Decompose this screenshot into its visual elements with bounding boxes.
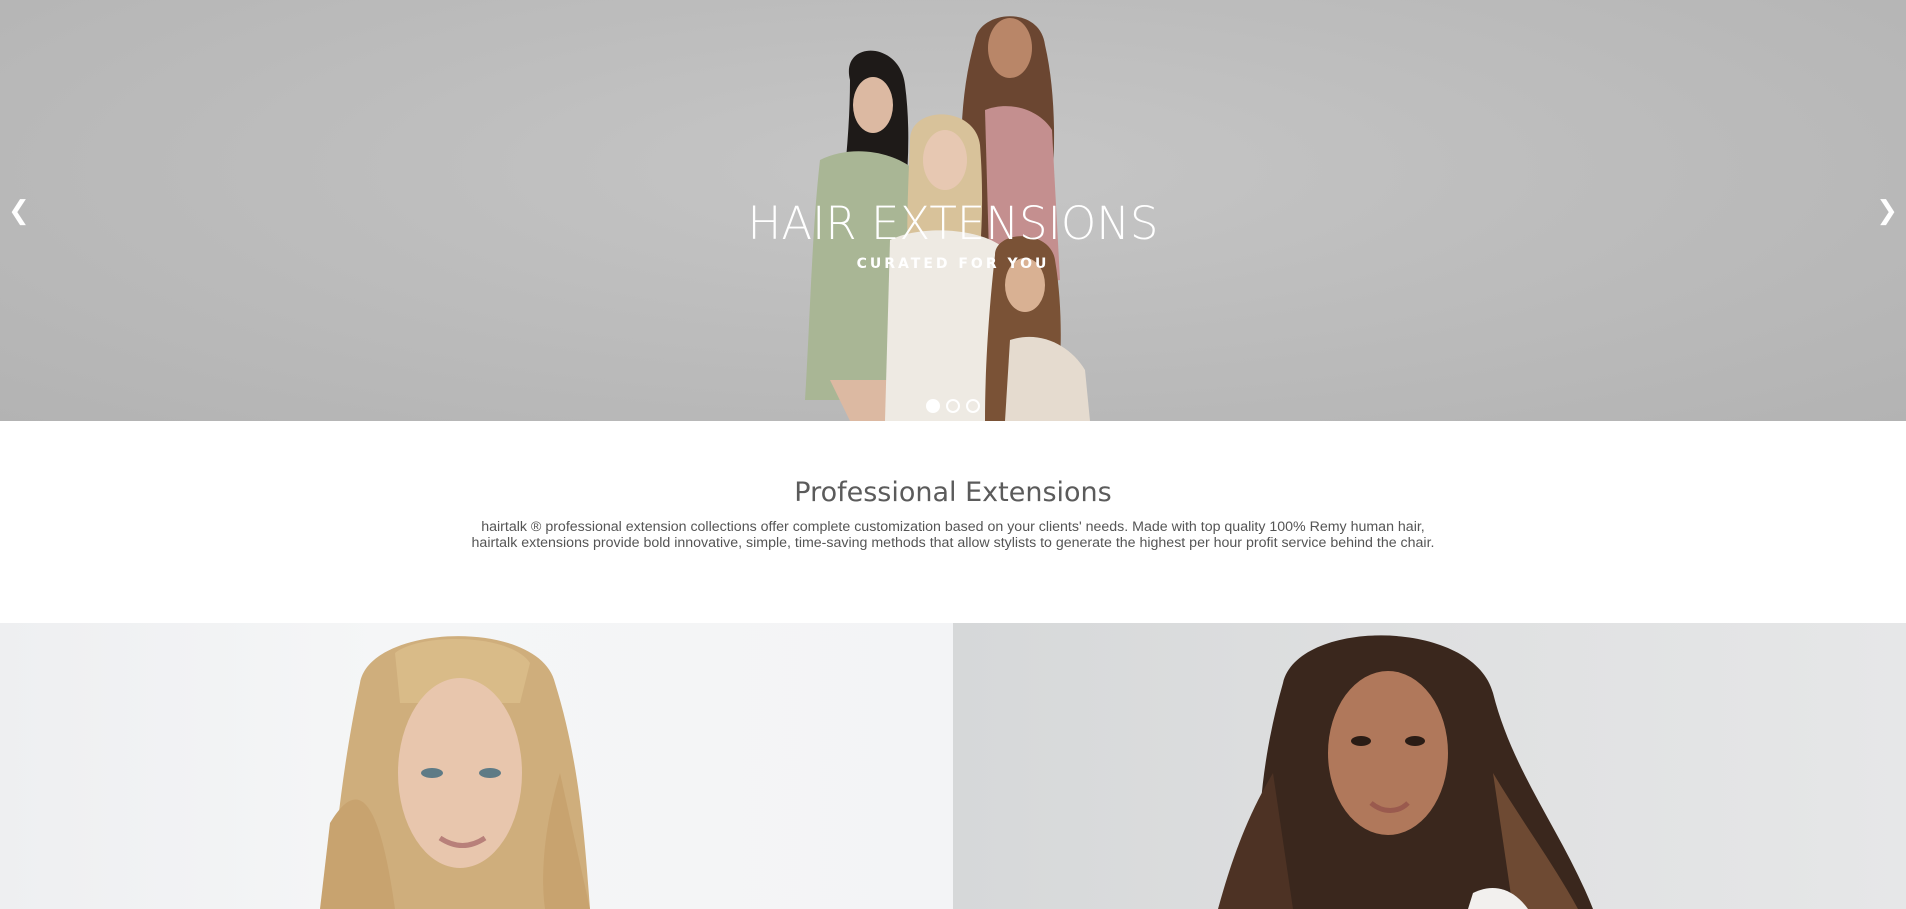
intro-section: Professional Extensions hairtalk ® profe…: [0, 421, 1906, 623]
intro-line-1: hairtalk ® professional extension collec…: [481, 519, 1425, 535]
brunette-model-image: [1218, 635, 1593, 909]
hero-title: HAIR EXTENSIONS: [747, 197, 1159, 250]
hero-slider: ❮ ❯ HAIR EXTENSIONS CURATED FOR YOU: [0, 0, 1906, 421]
brunette-model-tile[interactable]: [953, 623, 1906, 909]
intro-paragraph: hairtalk ® professional extension collec…: [443, 519, 1463, 551]
slider-dot-2[interactable]: [946, 399, 960, 413]
hero-subtitle: CURATED FOR YOU: [856, 256, 1050, 272]
slider-dot-1[interactable]: [926, 399, 940, 413]
section-title: Professional Extensions: [794, 477, 1112, 508]
blonde-model-tile[interactable]: [0, 623, 953, 909]
blonde-model-image: [320, 636, 590, 909]
intro-line-2: hairtalk extensions provide bold innovat…: [471, 535, 1435, 551]
slider-dots: [0, 399, 1906, 413]
slider-dot-3[interactable]: [966, 399, 980, 413]
